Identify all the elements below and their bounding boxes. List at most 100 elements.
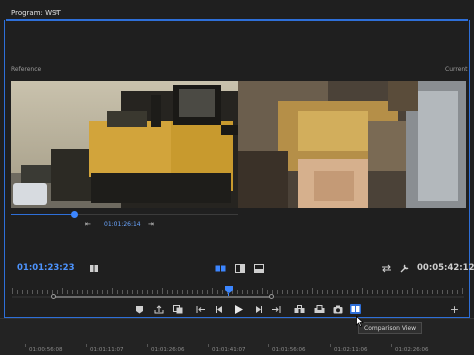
reference-frame-image	[11, 81, 238, 208]
ruler-tick	[32, 290, 33, 294]
ruler-tick	[447, 290, 448, 294]
ruler-tick	[122, 290, 123, 294]
ruler-tick	[87, 290, 88, 294]
playhead-timecode[interactable]: 01:01:23:23	[17, 263, 75, 273]
go-to-in-icon[interactable]	[196, 305, 206, 314]
ruler-tick	[12, 288, 13, 294]
vertical-split-view-icon[interactable]	[235, 264, 245, 273]
ruler-tick	[252, 290, 253, 294]
timeline-timecode: 01:01:11:07	[90, 347, 124, 353]
ruler-tick	[57, 290, 58, 294]
wrench-icon[interactable]	[400, 264, 410, 273]
panel-menu-icon[interactable]: ≡	[54, 8, 60, 16]
ruler-tick	[412, 288, 413, 294]
play-button[interactable]	[233, 304, 244, 315]
ruler-tick	[77, 290, 78, 294]
ruler-tick	[287, 290, 288, 294]
ruler-tick	[332, 290, 333, 294]
ruler-tick	[37, 290, 38, 294]
ruler-tick	[347, 290, 348, 294]
ruler-tick	[197, 290, 198, 294]
step-back-icon[interactable]	[215, 305, 224, 314]
ruler-tick	[297, 290, 298, 294]
book-icon[interactable]	[89, 264, 99, 273]
ruler-tick	[352, 290, 353, 294]
ruler-tick	[42, 290, 43, 294]
step-forward-icon[interactable]	[254, 305, 263, 314]
ruler-tick	[107, 290, 108, 294]
ruler-tick	[187, 290, 188, 294]
ruler-tick	[162, 288, 163, 294]
ruler-tick	[27, 290, 28, 294]
ruler-tick	[427, 290, 428, 294]
ruler-tick	[132, 290, 133, 294]
reference-timecode[interactable]: 01:01:26:14	[104, 221, 141, 228]
reference-previous-edit-icon[interactable]: ⇤	[85, 220, 91, 228]
ruler-tick	[167, 290, 168, 294]
ruler-tick	[142, 290, 143, 294]
ruler-tick	[292, 290, 293, 294]
zoom-scroll-range[interactable]	[54, 296, 272, 298]
ruler-tick	[452, 290, 453, 294]
overwrite-icon[interactable]	[314, 305, 325, 314]
ruler-tick	[437, 290, 438, 294]
ruler-tick	[342, 290, 343, 294]
reference-next-edit-icon[interactable]: ⇥	[148, 220, 154, 228]
add-button-icon[interactable]: +	[449, 304, 460, 315]
timeline-timecode: 01:01:56:06	[272, 347, 306, 353]
ruler-tick	[127, 290, 128, 294]
time-ruler[interactable]	[12, 286, 464, 296]
ruler-tick	[337, 290, 338, 294]
ruler-tick	[22, 290, 23, 294]
horizontal-split-view-icon[interactable]	[254, 264, 264, 273]
reference-playhead-handle[interactable]	[71, 211, 78, 218]
ruler-tick	[302, 290, 303, 294]
timeline-tick	[391, 344, 392, 347]
ruler-tick	[442, 290, 443, 294]
ruler-tick	[377, 290, 378, 294]
ruler-tick	[237, 290, 238, 294]
ruler-tick	[372, 290, 373, 294]
reference-scrub-fill	[11, 214, 74, 215]
ruler-tick	[277, 290, 278, 294]
ruler-tick	[152, 290, 153, 294]
extract-icon[interactable]	[173, 305, 183, 314]
lift-icon[interactable]	[154, 305, 164, 314]
ruler-tick	[462, 288, 463, 294]
add-marker-icon[interactable]	[135, 305, 144, 314]
ruler-tick	[137, 290, 138, 294]
go-to-out-icon[interactable]	[271, 305, 281, 314]
ruler-tick	[72, 290, 73, 294]
timeline-tick	[330, 344, 331, 347]
ruler-tick	[192, 290, 193, 294]
add-button-label: +	[449, 303, 460, 316]
current-label: Current	[445, 66, 468, 73]
ruler-tick	[202, 290, 203, 294]
swap-sides-icon[interactable]	[381, 264, 392, 273]
timeline-tick	[268, 344, 269, 347]
program-monitor-panel: Program: WST ≡ Reference Current ⇤ 01:01…	[0, 0, 474, 318]
ruler-tick	[317, 290, 318, 294]
export-frame-icon[interactable]	[333, 305, 343, 314]
ruler-tick	[307, 290, 308, 294]
ruler-tick	[422, 290, 423, 294]
timeline-tick	[25, 344, 26, 347]
ruler-tick	[322, 290, 323, 294]
timeline-timecode: 01:02:11:06	[334, 347, 368, 353]
ruler-tick	[97, 290, 98, 294]
zoom-handle-right[interactable]	[269, 294, 274, 299]
zoom-handle-left[interactable]	[51, 294, 56, 299]
duration-timecode: 00:05:42:12	[417, 263, 474, 273]
insert-icon[interactable]	[294, 305, 305, 314]
ruler-tick	[157, 290, 158, 294]
mouse-cursor-icon	[356, 312, 365, 331]
ruler-tick	[417, 290, 418, 294]
ruler-tick	[62, 288, 63, 294]
ruler-tick	[92, 290, 93, 294]
ruler-tick	[102, 290, 103, 294]
ruler-tick	[67, 290, 68, 294]
side-by-side-view-icon[interactable]	[215, 264, 226, 273]
timeline-timecode: 01:02:26:06	[395, 347, 429, 353]
ruler-tick	[182, 290, 183, 294]
ruler-tick	[207, 290, 208, 294]
